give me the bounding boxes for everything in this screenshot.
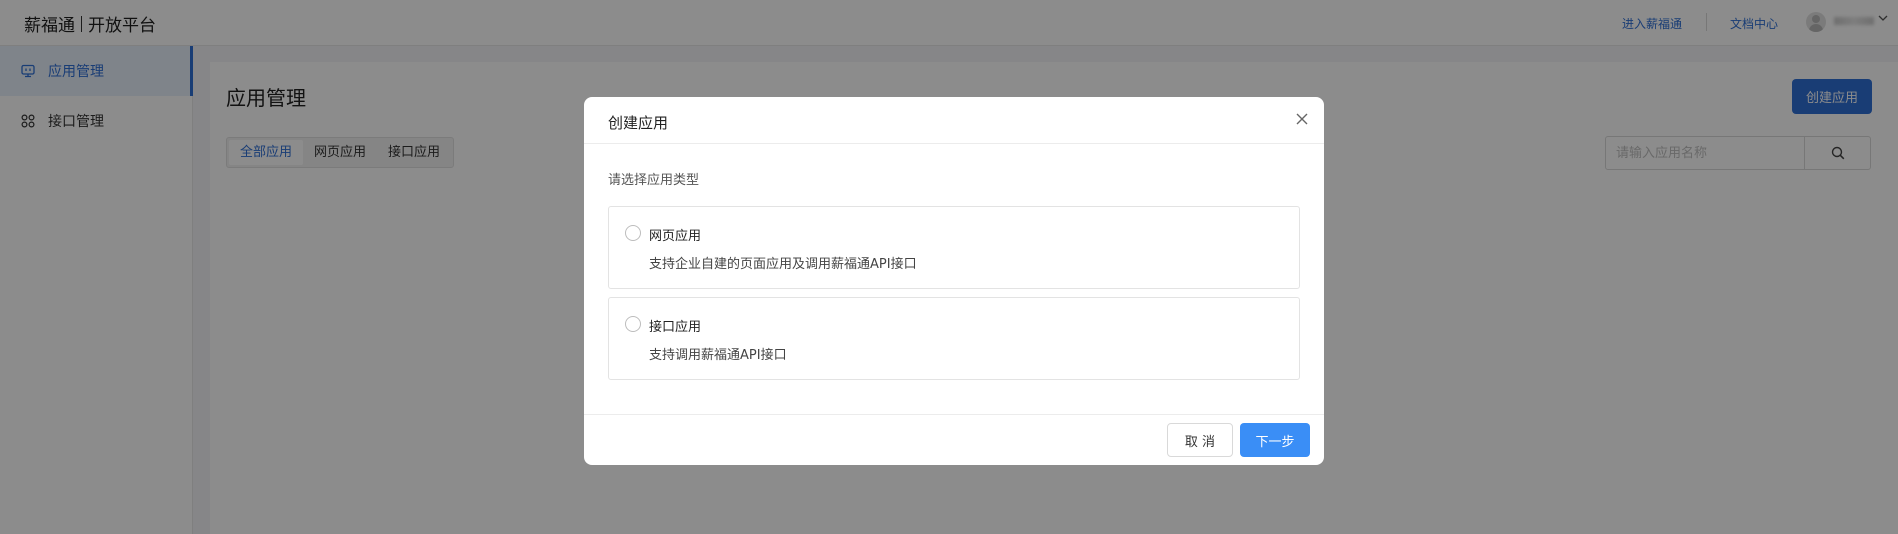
radio-api-app[interactable] [625,316,641,332]
cancel-button[interactable]: 取 消 [1167,423,1233,457]
option-api-app[interactable]: 接口应用 支持调用薪福通API接口 [608,297,1300,380]
dialog-title: 创建应用 [608,114,669,132]
option-title: 接口应用 [649,320,702,335]
option-title: 网页应用 [649,229,702,244]
create-app-dialog: 创建应用 请选择应用类型 网页应用 支持企业自建的页面应用及调用薪福通API接口… [584,97,1324,465]
dialog-prompt: 请选择应用类型 [608,173,700,188]
option-description: 支持企业自建的页面应用及调用薪福通API接口 [649,257,917,272]
dialog-header: 创建应用 [584,97,1324,144]
radio-web-app[interactable] [625,225,641,241]
next-step-button[interactable]: 下一步 [1240,423,1310,457]
option-description: 支持调用薪福通API接口 [649,348,787,363]
close-icon[interactable] [1292,109,1312,129]
option-web-app[interactable]: 网页应用 支持企业自建的页面应用及调用薪福通API接口 [608,206,1300,289]
